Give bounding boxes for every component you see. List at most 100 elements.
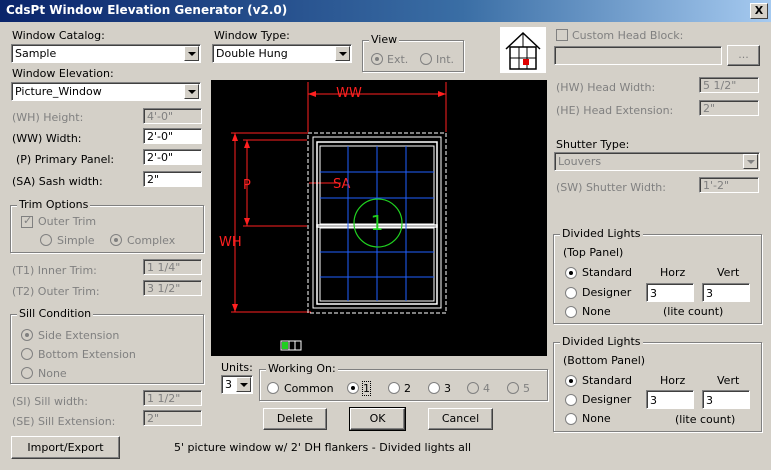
top-vert-header: Vert bbox=[717, 266, 740, 279]
top-standard-radio[interactable] bbox=[565, 267, 577, 279]
working-panel-5-radio[interactable] bbox=[507, 382, 519, 394]
primary-panel-field[interactable]: 2'-0" bbox=[143, 149, 202, 165]
window-type-label: Window Type: bbox=[214, 29, 290, 42]
chevron-down-icon[interactable] bbox=[335, 46, 350, 61]
complex-label: Complex bbox=[127, 234, 176, 247]
view-caption: View bbox=[369, 33, 400, 46]
sill-none-label: None bbox=[38, 367, 67, 380]
sash-width-field[interactable]: 2" bbox=[143, 171, 202, 187]
top-standard-label: Standard bbox=[582, 266, 633, 279]
custom-head-field bbox=[554, 46, 722, 65]
bottom-vert-header: Vert bbox=[717, 374, 740, 387]
window-catalog-value: Sample bbox=[15, 47, 57, 60]
view-ext-radio[interactable] bbox=[371, 53, 383, 65]
top-vert-field[interactable]: 3 bbox=[702, 283, 750, 302]
width-label: (WW) Width: bbox=[12, 132, 82, 145]
bottom-extension-radio[interactable] bbox=[21, 348, 33, 360]
working-panel-1-label: 1 bbox=[362, 381, 371, 396]
bottom-horz-header: Horz bbox=[660, 374, 686, 387]
bottom-designer-radio[interactable] bbox=[565, 394, 577, 406]
shutter-type-label: Shutter Type: bbox=[556, 138, 630, 151]
custom-head-checkbox[interactable] bbox=[556, 29, 568, 41]
working-panel-2-radio[interactable] bbox=[388, 382, 400, 394]
window-elevation-value: Picture_Window bbox=[15, 85, 102, 98]
top-designer-radio[interactable] bbox=[565, 287, 577, 299]
units-select[interactable]: 3 bbox=[221, 375, 253, 394]
panel-marker-label: 1 bbox=[371, 211, 384, 235]
import-export-button[interactable]: Import/Export bbox=[11, 436, 120, 459]
head-extension-field: 2" bbox=[699, 100, 759, 116]
bottom-vert-field[interactable]: 3 bbox=[702, 390, 750, 409]
elevation-svg: WW WH P SA 1 bbox=[219, 82, 447, 351]
bottom-standard-radio[interactable] bbox=[565, 375, 577, 387]
working-common-label: Common bbox=[284, 382, 334, 395]
close-button[interactable]: X bbox=[750, 3, 768, 19]
trim-options-caption: Trim Options bbox=[17, 198, 91, 211]
view-int-radio[interactable] bbox=[420, 53, 432, 65]
sill-extension-label: (SE) Sill Extension: bbox=[12, 415, 116, 428]
chevron-down-icon[interactable] bbox=[184, 84, 199, 99]
divided-lights-top-caption: Divided Lights bbox=[560, 227, 643, 240]
browse-button[interactable]: ... bbox=[727, 45, 760, 66]
working-panel-1-radio[interactable] bbox=[347, 382, 359, 394]
sill-width-label: (SI) Sill width: bbox=[12, 395, 88, 408]
sill-none-radio[interactable] bbox=[21, 367, 33, 379]
simple-radio[interactable] bbox=[40, 234, 52, 246]
top-horz-header: Horz bbox=[660, 266, 686, 279]
height-field: 4'-0" bbox=[143, 108, 202, 124]
cancel-button[interactable]: Cancel bbox=[428, 408, 493, 430]
window-catalog-select[interactable]: Sample bbox=[11, 44, 201, 63]
top-panel-subtitle: (Top Panel) bbox=[563, 246, 624, 259]
side-extension-radio[interactable] bbox=[21, 329, 33, 341]
bottom-lite-count-label: (lite count) bbox=[675, 413, 736, 426]
sill-extension-field: 2" bbox=[143, 410, 202, 426]
chevron-down-icon[interactable] bbox=[184, 46, 199, 61]
outer-trim-width-label: (T2) Outer Trim: bbox=[12, 285, 100, 298]
bottom-none-label: None bbox=[582, 412, 611, 425]
working-common-radio[interactable] bbox=[267, 382, 279, 394]
bottom-extension-label: Bottom Extension bbox=[38, 348, 136, 361]
bottom-panel-subtitle: (Bottom Panel) bbox=[563, 354, 646, 367]
p-dimension-label: P bbox=[243, 178, 251, 193]
panel-indicator-active bbox=[282, 342, 288, 349]
window-type-select[interactable]: Double Hung bbox=[212, 44, 352, 63]
bottom-designer-label: Designer bbox=[582, 393, 632, 406]
complex-radio[interactable] bbox=[110, 234, 122, 246]
simple-label: Simple bbox=[57, 234, 95, 247]
shutter-type-select: Louvers bbox=[554, 152, 760, 171]
chevron-down-icon[interactable] bbox=[236, 377, 251, 392]
delete-button[interactable]: Delete bbox=[263, 408, 327, 430]
view-int-label: Int. bbox=[436, 53, 455, 66]
shutter-width-field: 1'-2" bbox=[699, 177, 759, 193]
head-width-label: (HW) Head Width: bbox=[556, 81, 656, 94]
wh-dimension-label: WH bbox=[219, 235, 242, 250]
outer-trim-checkbox[interactable] bbox=[21, 214, 33, 228]
chevron-down-icon bbox=[743, 154, 758, 169]
divided-lights-bottom-caption: Divided Lights bbox=[560, 335, 643, 348]
status-text: 5' picture window w/ 2' DH flankers - Di… bbox=[174, 441, 472, 454]
sill-condition-caption: Sill Condition bbox=[17, 307, 94, 320]
top-none-radio[interactable] bbox=[565, 306, 577, 318]
top-horz-field[interactable]: 3 bbox=[646, 283, 694, 302]
top-designer-label: Designer bbox=[582, 286, 632, 299]
shutter-width-label: (SW) Shutter Width: bbox=[556, 181, 666, 194]
window-catalog-label: Window Catalog: bbox=[12, 29, 105, 42]
ok-button[interactable]: OK bbox=[349, 407, 406, 431]
units-label: Units: bbox=[221, 361, 253, 374]
working-panel-4-radio[interactable] bbox=[467, 382, 479, 394]
elevation-drawing[interactable]: WW WH P SA 1 bbox=[211, 80, 547, 356]
top-lite-count-label: (lite count) bbox=[663, 305, 724, 318]
window-elevation-label: Window Elevation: bbox=[12, 67, 114, 80]
width-field[interactable]: 2'-0" bbox=[143, 128, 202, 144]
custom-head-label: Custom Head Block: bbox=[572, 29, 684, 42]
bottom-none-radio[interactable] bbox=[565, 413, 577, 425]
side-extension-label: Side Extension bbox=[38, 329, 120, 342]
window-elevation-select[interactable]: Picture_Window bbox=[11, 82, 201, 101]
primary-panel-label: (P) Primary Panel: bbox=[16, 153, 115, 166]
working-panel-3-radio[interactable] bbox=[428, 382, 440, 394]
app-window: CdsPt Window Elevation Generator (v2.0) … bbox=[0, 0, 771, 470]
outer-trim-width-field: 3 1/2" bbox=[143, 280, 202, 296]
bottom-horz-field[interactable]: 3 bbox=[646, 390, 694, 409]
top-none-label: None bbox=[582, 305, 611, 318]
elevation-thumbnail-icon bbox=[500, 27, 546, 73]
